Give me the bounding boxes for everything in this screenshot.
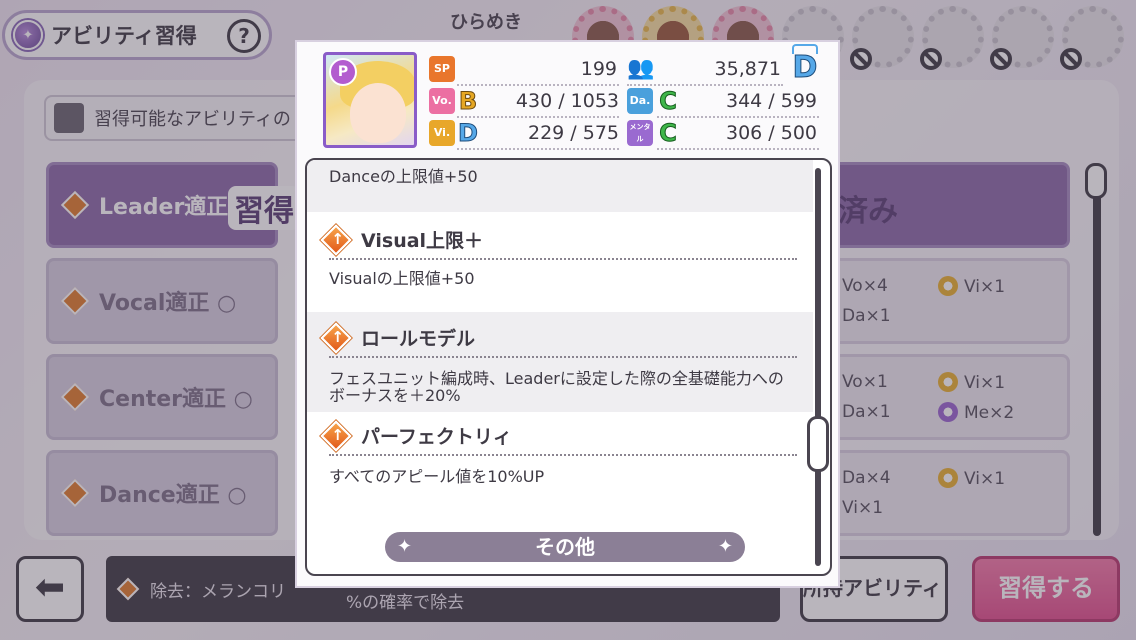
section-header-other: ✦ その他 ✦ [385,532,745,562]
up-arrow-icon [320,419,352,452]
stat-divider [457,116,619,118]
dance-grade: C [659,87,678,115]
visual-value: 229 / 575 [527,122,619,144]
dance-icon: Da. [627,88,653,114]
sp-icon: SP [429,56,455,82]
vocal-value: 430 / 1053 [515,90,619,112]
sp-value: 199 [580,58,617,80]
ability-detail-modal: P SP 199 👥 35,871 D Vo. B 430 / 1053 Da.… [295,40,840,588]
mental-grade: C [659,119,678,147]
entry-divider [329,258,797,260]
list-item: パーフェクトリィ すべてのアピール値を10%UP [307,412,813,522]
list-item: ロールモデル フェスユニット編成時、Leaderに設定した際の全基礎能力への ボ… [307,312,813,412]
vocal-icon: Vo. [429,88,455,114]
entry-title: ロールモデル [361,328,476,350]
entry-description: Danceの上限値+50 [329,167,478,186]
entry-description: フェスユニット編成時、Leaderに設定した際の全基礎能力への ボーナスを＋20… [329,369,784,405]
section-header-label: その他 [535,535,595,559]
card-art [350,83,406,143]
fans-icon: 👥 [627,56,655,81]
sparkle-icon: ✦ [397,536,413,557]
entry-header: ロールモデル [320,321,476,354]
up-arrow-icon [320,321,352,354]
entry-header: パーフェクトリィ [320,419,512,452]
stat-divider [627,84,783,86]
producer-rank-badge: D [792,50,818,86]
visual-grade: D [458,119,479,147]
visual-icon: Vi. [429,120,455,146]
card-type-badge: P [329,58,357,86]
stat-divider [457,148,619,150]
fans-value: 35,871 [714,58,781,80]
list-scrollbar[interactable] [815,168,821,566]
mental-icon: メンタル [627,120,653,146]
entry-divider [329,454,797,456]
idol-card-thumbnail[interactable]: P [323,52,417,148]
stat-divider [457,84,619,86]
entry-description: すべてのアピール値を10%UP [329,467,545,486]
list-item: Danceの上限値+50 [307,160,813,212]
entry-header: Visual上限＋ [320,223,484,256]
up-arrow-icon [320,223,352,256]
sparkle-icon: ✦ [717,536,733,557]
entry-title: パーフェクトリィ [361,426,512,448]
vocal-grade: B [458,87,478,115]
mental-value: 306 / 500 [725,122,817,144]
stat-divider [657,116,819,118]
list-item: Visual上限＋ Visualの上限値+50 [307,212,813,312]
entry-divider [329,356,797,358]
dance-value: 344 / 599 [725,90,817,112]
entry-description: Visualの上限値+50 [329,269,475,288]
list-content: Danceの上限値+50 Visual上限＋ Visualの上限値+50 ロール… [307,160,813,574]
ability-detail-list[interactable]: Danceの上限値+50 Visual上限＋ Visualの上限値+50 ロール… [305,158,832,576]
stat-divider [657,148,819,150]
entry-title: Visual上限＋ [361,230,484,252]
list-scroll-handle[interactable] [807,416,829,472]
